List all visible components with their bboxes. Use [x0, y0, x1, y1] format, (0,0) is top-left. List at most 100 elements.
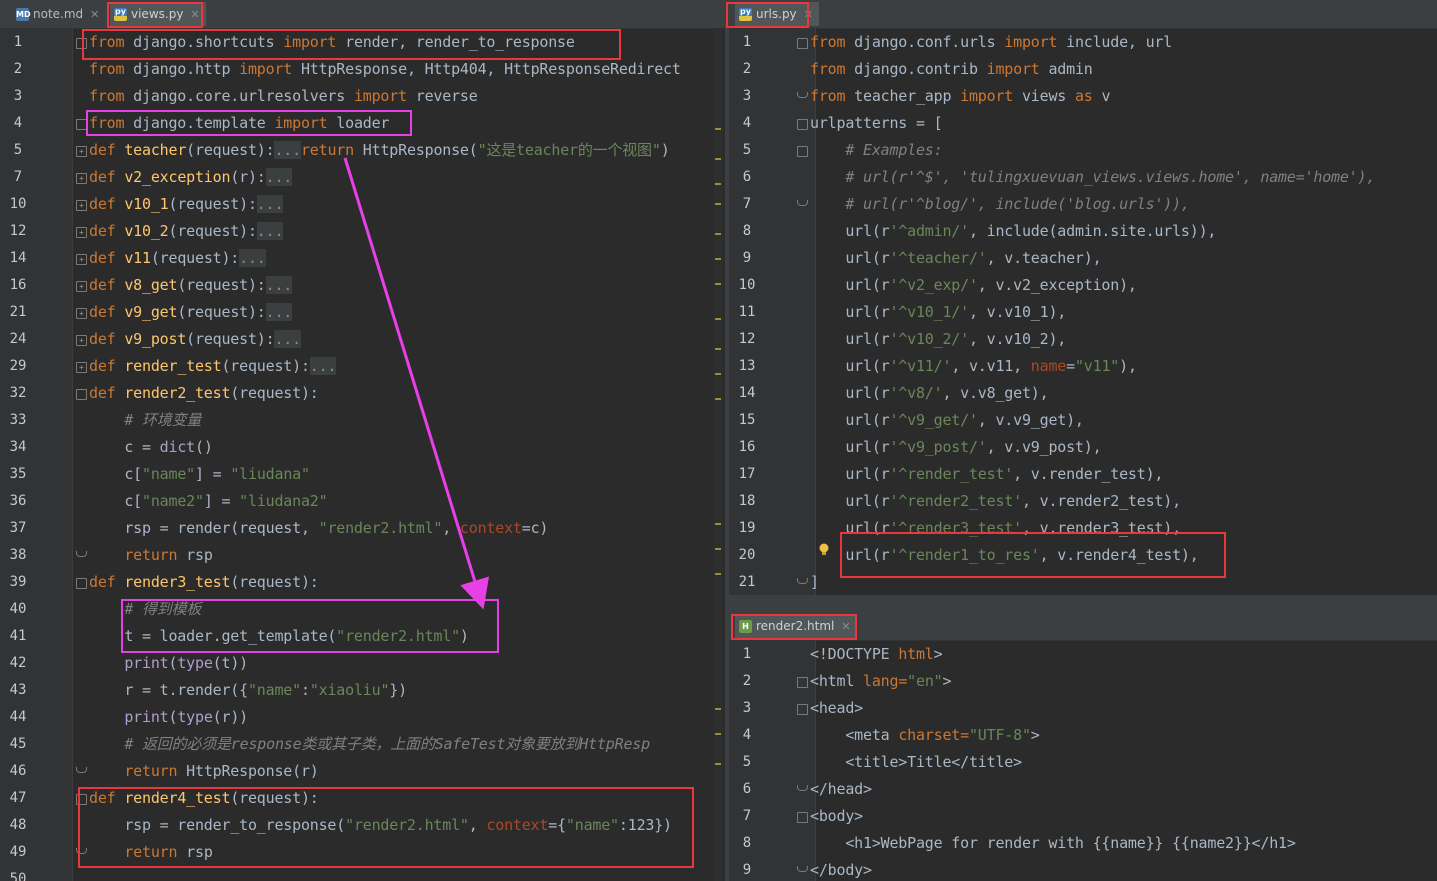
code-token: lang=	[863, 672, 908, 690]
code-line[interactable]: url(r'^render_test', v.render_test),	[810, 461, 1163, 488]
code-line[interactable]: url(r'^v11/', v.v11, name="v11"),	[810, 353, 1137, 380]
code-line[interactable]: def teacher(request):...return HttpRespo…	[89, 137, 670, 164]
code-area[interactable]: <!DOCTYPE html> <html lang="en"> <head> <m…	[810, 640, 1437, 881]
code-line[interactable]: r = t.render({"name":"xiaoliu"})	[89, 677, 407, 704]
code-line[interactable]: # 返回的必须是response类或其子类，上面的SafeTest对象要放到Ht…	[89, 731, 650, 758]
code-token: "name"	[247, 681, 301, 699]
code-line[interactable]: urlpatterns = [	[810, 110, 943, 137]
code-line[interactable]: <html lang="en">	[810, 668, 952, 695]
code-line[interactable]: url(r'^v9_get/', v.v9_get),	[810, 407, 1084, 434]
code-line[interactable]: <title>Title</title>	[810, 749, 1022, 776]
code-line[interactable]: def v9_post(request):...	[89, 326, 301, 353]
code-token: ]	[810, 573, 819, 591]
code-line[interactable]: url(r'^render3_test', v.render3_test),	[810, 515, 1181, 542]
code-line[interactable]: url(r'^v2_exp/', v.v2_exception),	[810, 272, 1137, 299]
code-line[interactable]: from django.core.urlresolvers import rev…	[89, 83, 478, 110]
code-line[interactable]: from django.http import HttpResponse, Ht…	[89, 56, 681, 83]
code-line[interactable]: def render_test(request):...	[89, 353, 336, 380]
code-line[interactable]: print(type(r))	[89, 704, 248, 731]
fold-marker-icon[interactable]	[797, 200, 808, 206]
code-line[interactable]: t = loader.get_template("render2.html")	[89, 623, 469, 650]
code-line[interactable]: <head>	[810, 695, 863, 722]
code-line[interactable]: return HttpResponse(r)	[89, 758, 318, 785]
code-line[interactable]: return rsp	[89, 839, 213, 866]
code-line[interactable]: def render4_test(request):	[89, 785, 319, 812]
code-area[interactable]: from django.shortcuts import render, ren…	[73, 28, 725, 881]
close-icon[interactable]: ✕	[804, 8, 813, 21]
pane-separator[interactable]	[729, 595, 1437, 612]
code-line[interactable]: # 环境变量	[89, 407, 201, 434]
code-line[interactable]: from teacher_app import views as v	[810, 83, 1111, 110]
code-line[interactable]: def v8_get(request):...	[89, 272, 292, 299]
code-line[interactable]: url(r'^v10_2/', v.v10_2),	[810, 326, 1066, 353]
code-line[interactable]: def v2_exception(r):...	[89, 164, 292, 191]
code-line[interactable]: url(r'^render2_test', v.render2_test),	[810, 488, 1181, 515]
fold-marker-icon[interactable]	[797, 866, 808, 872]
code-line[interactable]: url(r'^admin/', include(admin.site.urls)…	[810, 218, 1216, 245]
code-line[interactable]: from django.template import loader	[89, 110, 389, 137]
close-icon[interactable]: ✕	[841, 620, 850, 633]
close-icon[interactable]: ✕	[190, 8, 199, 21]
code-line[interactable]: url(r'^v9_post/', v.v9_post),	[810, 434, 1101, 461]
code-token: '^admin/'	[889, 222, 969, 240]
code-line[interactable]: # Examples:	[810, 137, 942, 164]
code-line[interactable]: def v10_2(request):...	[89, 218, 283, 245]
code-token: def	[89, 303, 125, 321]
code-line[interactable]: from django.conf.urls import include, ur…	[810, 29, 1172, 56]
tab-render2-html[interactable]: H render2.html ✕	[735, 614, 857, 638]
code-line[interactable]: c["name2"] = "liudana2"	[89, 488, 327, 515]
scroll-marker	[715, 348, 721, 350]
code-line[interactable]: # url(r'^blog/', include('blog.urls')),	[810, 191, 1190, 218]
code-token: "v11"	[1074, 357, 1120, 375]
code-line[interactable]: rsp = render(request, "render2.html", co…	[89, 515, 548, 542]
code-line[interactable]: <body>	[810, 803, 863, 830]
code-line[interactable]: c = dict()	[89, 434, 213, 461]
code-line[interactable]: url(r'^render1_to_res', v.render4_test),	[810, 542, 1198, 569]
code-line[interactable]: print(type(t))	[89, 650, 248, 677]
tab-views-py[interactable]: py views.py ✕	[110, 2, 206, 26]
tab-note-md[interactable]: MD note.md ✕	[12, 2, 105, 26]
code-line[interactable]: c["name"] = "liudana"	[89, 461, 310, 488]
fold-marker-icon[interactable]	[797, 677, 808, 688]
code-line[interactable]: def v9_get(request):...	[89, 299, 292, 326]
code-line[interactable]: url(r'^teacher/', v.teacher),	[810, 245, 1101, 272]
code-line[interactable]: # 得到模板	[89, 596, 201, 623]
code-line[interactable]: </head>	[810, 776, 872, 803]
code-line[interactable]: def v10_1(request):...	[89, 191, 283, 218]
code-token: from	[810, 33, 855, 51]
tab-urls-py[interactable]: py urls.py ✕	[735, 2, 819, 26]
code-line[interactable]: def v11(request):...	[89, 245, 266, 272]
line-number: 38	[9, 547, 27, 563]
editor-scrollbar[interactable]	[714, 28, 723, 881]
code-token: (request):	[168, 195, 257, 213]
code-line[interactable]: ]	[810, 569, 819, 595]
code-token: return	[124, 762, 187, 780]
code-line[interactable]: url(r'^v8/', v.v8_get),	[810, 380, 1048, 407]
code-line[interactable]: def render3_test(request):	[89, 569, 319, 596]
code-line[interactable]: def render2_test(request):	[89, 380, 319, 407]
code-line[interactable]: <!DOCTYPE html>	[810, 641, 943, 668]
fold-marker-icon[interactable]	[797, 812, 808, 823]
lightbulb-icon[interactable]	[818, 542, 830, 556]
code-line[interactable]: url(r'^v10_1/', v.v10_1),	[810, 299, 1066, 326]
code-line[interactable]: from django.shortcuts import render, ren…	[89, 29, 575, 56]
line-number: 6	[742, 781, 752, 797]
code-token: (request):	[177, 303, 266, 321]
fold-marker-icon[interactable]	[797, 578, 808, 584]
code-line[interactable]: from django.contrib import admin	[810, 56, 1093, 83]
fold-marker-icon[interactable]	[797, 146, 808, 157]
fold-marker-icon[interactable]	[797, 119, 808, 130]
code-token: url(r	[810, 465, 890, 483]
code-line[interactable]: <meta charset="UTF-8">	[810, 722, 1040, 749]
code-line[interactable]: rsp = render_to_response("render2.html",…	[89, 812, 672, 839]
fold-marker-icon[interactable]	[797, 704, 808, 715]
code-line[interactable]: # url(r'^$', 'tulingxuevuan_views.views.…	[810, 164, 1375, 191]
code-line[interactable]: <h1>WebPage for render with {{name}} {{n…	[810, 830, 1296, 857]
code-area[interactable]: from django.conf.urls import include, ur…	[810, 28, 1437, 595]
fold-marker-icon[interactable]	[797, 785, 808, 791]
fold-marker-icon[interactable]	[797, 38, 808, 49]
code-line[interactable]: return rsp	[89, 542, 213, 569]
close-icon[interactable]: ✕	[90, 8, 99, 21]
fold-marker-icon[interactable]	[797, 92, 808, 98]
code-line[interactable]: </body>	[810, 857, 872, 881]
